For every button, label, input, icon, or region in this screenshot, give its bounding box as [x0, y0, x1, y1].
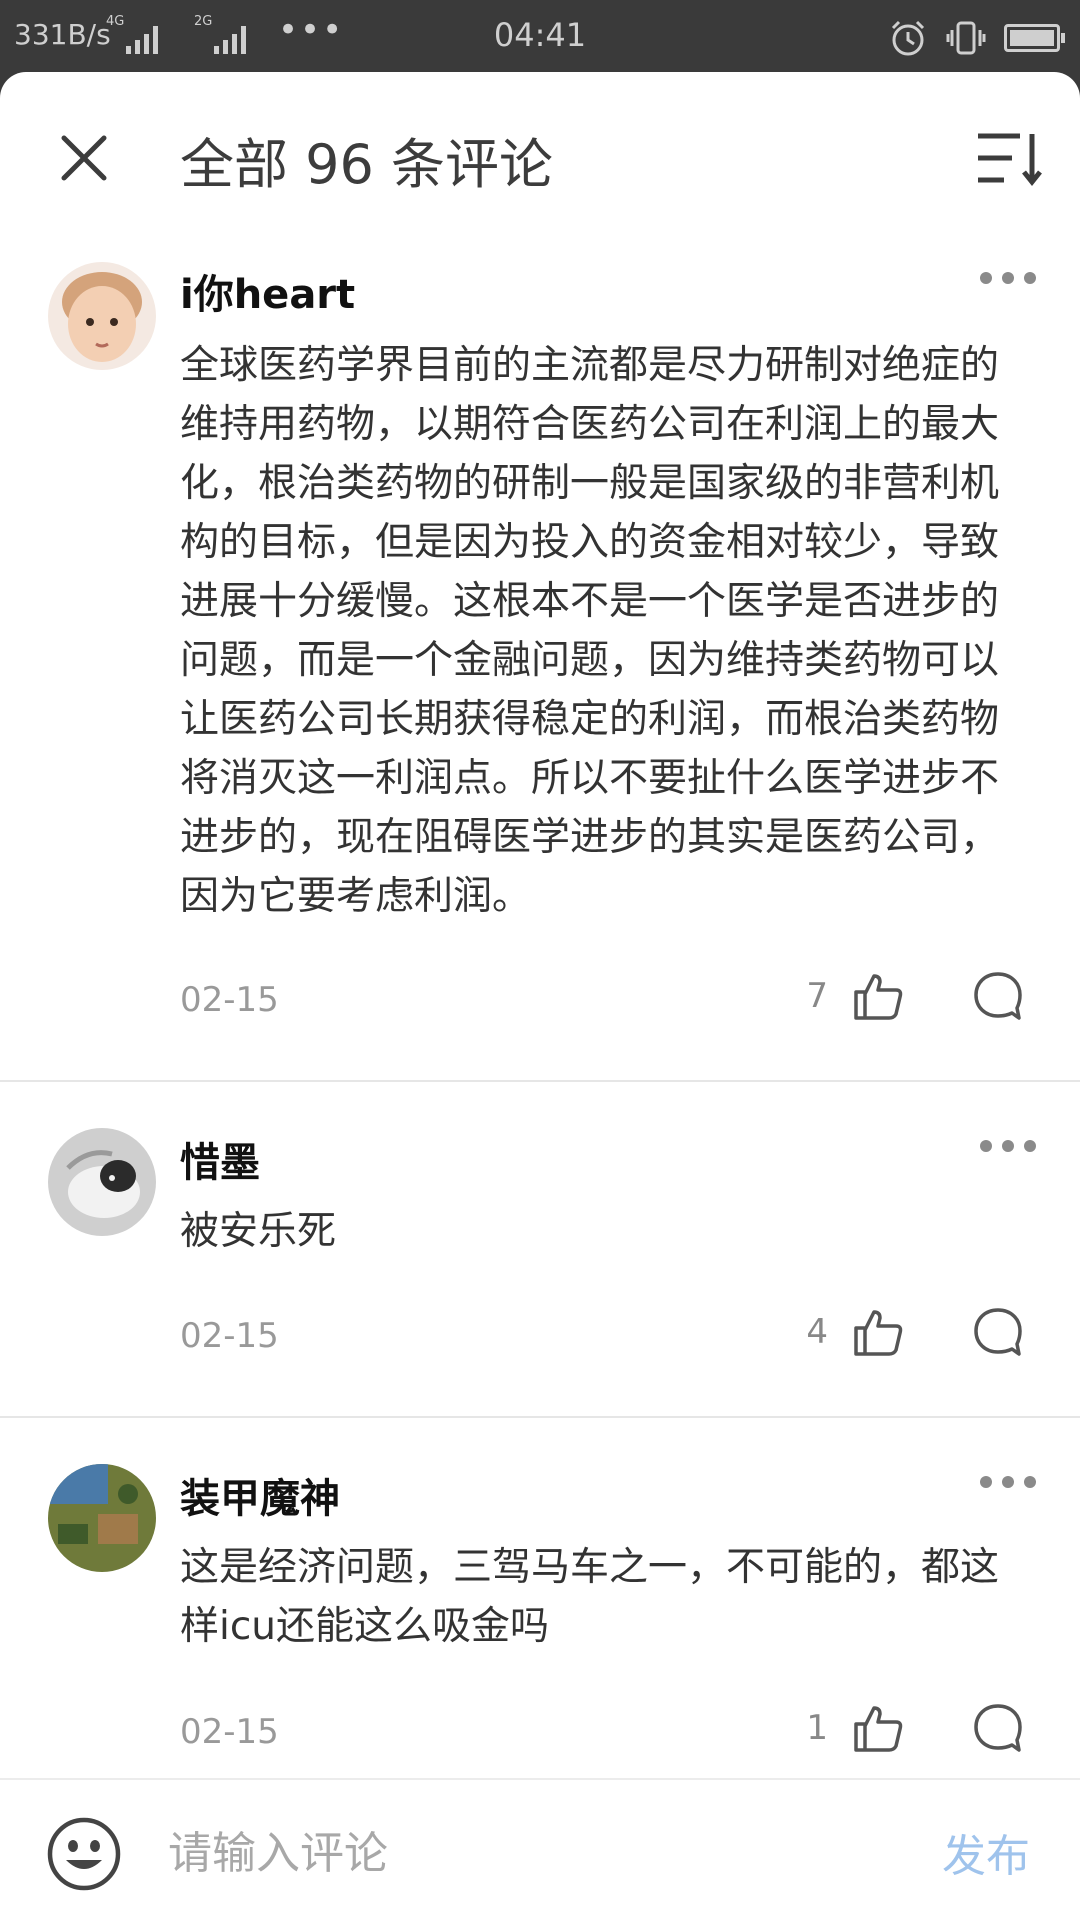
battery-icon [1004, 24, 1065, 52]
thumbs-up-icon[interactable] [852, 970, 904, 1022]
comment-text: 全球医药学界目前的主流都是尽力研制对绝症的维持用药物，以期符合医药公司在利润上的… [180, 343, 1000, 919]
status-bar: 331B/s 4G 2G ••• 04:41 [0, 0, 1080, 72]
like-count: 1 [806, 1708, 828, 1748]
comment-input-bar: 发布 [0, 1778, 1080, 1920]
sheet-header: 全部 96 条评论 [0, 72, 1080, 242]
comment-username[interactable]: 惜墨 [180, 1130, 260, 1188]
more-options-icon[interactable] [980, 1472, 1036, 1492]
comment-divider [0, 1416, 1080, 1418]
more-options-icon[interactable] [980, 1136, 1036, 1156]
emoji-icon[interactable] [46, 1816, 122, 1892]
comment-divider [0, 1080, 1080, 1082]
comment-text: 这是经济问题，三驾马车之一，不可能的，都这样icu还能这么吸金吗 [180, 1545, 1000, 1649]
vibrate-icon [946, 21, 986, 55]
like-count: 7 [806, 976, 828, 1016]
avatar[interactable] [48, 262, 156, 370]
thumbs-up-icon[interactable] [852, 1306, 904, 1358]
like-count: 4 [806, 1312, 828, 1352]
comment-text: 被安乐死 [180, 1209, 337, 1254]
comment-username[interactable]: i你heart [180, 262, 355, 320]
more-options-icon[interactable] [980, 268, 1036, 288]
comment-input[interactable] [168, 1818, 908, 1888]
page-title: 全部 96 条评论 [180, 133, 554, 196]
comment-date: 02-15 [180, 1316, 279, 1356]
comment-username[interactable]: 装甲魔神 [180, 1466, 340, 1524]
avatar[interactable] [48, 1464, 156, 1572]
avatar[interactable] [48, 1128, 156, 1236]
alarm-icon [891, 20, 925, 56]
reply-bubble-icon[interactable] [972, 1702, 1024, 1754]
comments-sheet: 全部 96 条评论 i你heart 全球医药学界目前的主流都是尽力研制对绝症的维… [0, 72, 1080, 1920]
sort-icon[interactable] [976, 128, 1042, 188]
comment-date: 02-15 [180, 980, 279, 1020]
publish-button[interactable]: 发布 [942, 1820, 1030, 1884]
reply-bubble-icon[interactable] [972, 970, 1024, 1022]
thumbs-up-icon[interactable] [852, 1702, 904, 1754]
comment-date: 02-15 [180, 1712, 279, 1752]
close-icon[interactable] [52, 126, 116, 190]
reply-bubble-icon[interactable] [972, 1306, 1024, 1358]
